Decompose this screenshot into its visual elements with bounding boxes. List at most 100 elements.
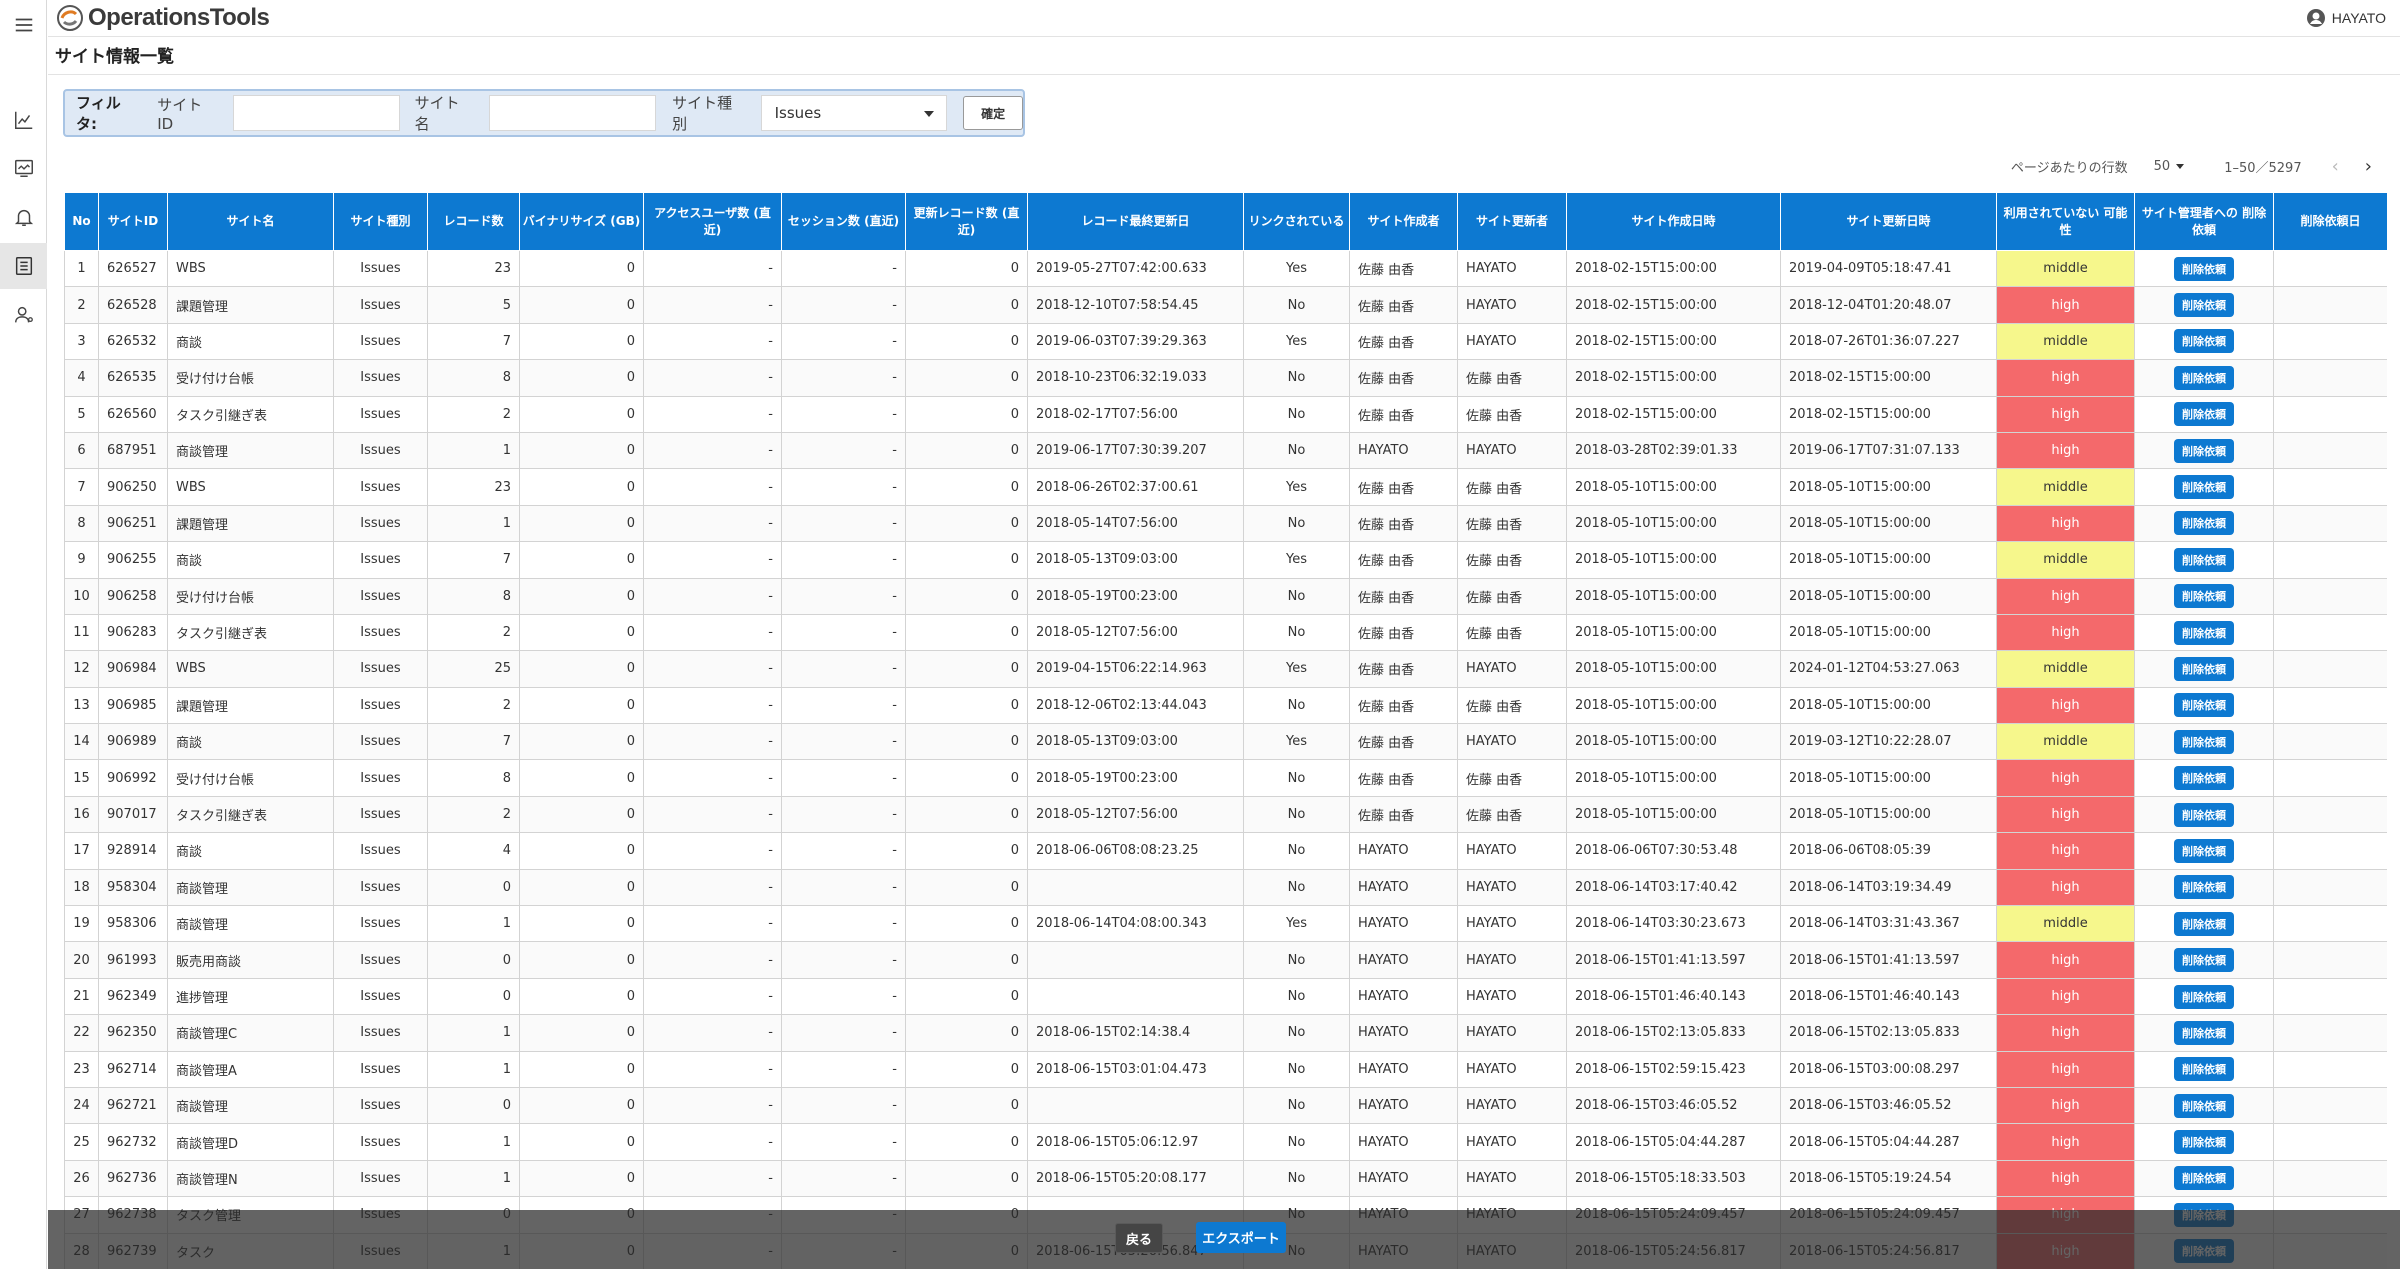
column-header[interactable]: レコード最終更新日	[1027, 192, 1244, 251]
chevron-right-icon[interactable]: ›	[2365, 156, 2372, 177]
table-row[interactable]: 4 626535 受け付け台帳 Issues 8 0- -0 2018-10-23T06:32…	[64, 359, 2387, 397]
table-row[interactable]: 24 962721 商談管理 Issues 0 0- -0 No HAYATO HAYATO 201…	[64, 1086, 2387, 1125]
table-row[interactable]: 26 962736 商談管理N Issues 1 0- -0 2018-06-15T05:20…	[64, 1159, 2387, 1198]
table-row[interactable]: 18 958304 商談管理 Issues 0 0- -0 No HAYATO HAYATO 201…	[64, 868, 2387, 907]
table-row[interactable]: 5 626560 タスク引継ぎ表 Issues 2 0- -0 2018-02-17T07:5…	[64, 395, 2387, 433]
table-row[interactable]: 2 626528 課題管理 Issues 5 0- -0 2018-12-10T07:58:5…	[64, 286, 2387, 324]
menu-icon[interactable]	[0, 2, 47, 48]
delete-request-button[interactable]: 削除依頼	[2174, 838, 2234, 863]
delete-request-button[interactable]: 削除依頼	[2174, 766, 2234, 791]
column-header[interactable]: サイト更新者	[1457, 192, 1567, 251]
delete-request-button[interactable]: 削除依頼	[2174, 1020, 2234, 1045]
table-cell: 906985	[98, 686, 168, 725]
table-row[interactable]: 1 626527 WBS Issues 23 0- -0 2019-05-27T07:42:0…	[64, 249, 2387, 288]
delete-request-button[interactable]: 削除依頼	[2174, 293, 2234, 318]
table-cell: 13	[64, 686, 99, 725]
column-header[interactable]: 利用されていない 可能性	[1996, 192, 2135, 251]
delete-request-button[interactable]: 削除依頼	[2174, 948, 2234, 973]
delete-request-button[interactable]: 削除依頼	[2174, 1166, 2234, 1191]
table-row[interactable]: 16 907017 タスク引継ぎ表 Issues 2 0- -0 2018-05-12T07:…	[64, 795, 2387, 834]
table-row[interactable]: 11 906283 タスク引継ぎ表 Issues 2 0- -0 2018-05-12T07:…	[64, 613, 2387, 652]
delete-request-button[interactable]: 削除依頼	[2174, 1093, 2234, 1118]
site-name-input[interactable]	[489, 95, 657, 131]
delete-request-button[interactable]: 削除依頼	[2174, 656, 2234, 681]
delete-request-button[interactable]: 削除依頼	[2174, 1130, 2234, 1155]
delete-request-button[interactable]: 削除依頼	[2174, 584, 2234, 609]
column-header[interactable]: 削除依頼日	[2273, 192, 2387, 251]
site-id-input[interactable]	[232, 95, 400, 131]
column-header[interactable]: サイト名	[167, 192, 334, 251]
table-row[interactable]: 10 906258 受け付け台帳 Issues 8 0- -0 2018-05-19T00:2…	[64, 577, 2387, 615]
table-row[interactable]: 3 626532 商談 Issues 7 0- -0 2019-06-03T07:39:29.…	[64, 322, 2387, 361]
column-header[interactable]: アクセスユーザ数 (直近)	[643, 192, 782, 251]
table-row[interactable]: 22 962350 商談管理C Issues 1 0- -0 2018-06-15T02:14…	[64, 1014, 2387, 1052]
confirm-button[interactable]: 確定	[963, 96, 1023, 130]
table-row[interactable]: 13 906985 課題管理 Issues 2 0- -0 2018-12-06T02:13:…	[64, 686, 2387, 725]
delete-request-button[interactable]: 削除依頼	[2174, 402, 2234, 427]
delete-request-button[interactable]: 削除依頼	[2174, 256, 2234, 281]
site-type-select[interactable]: Issues	[760, 95, 948, 131]
back-button[interactable]: 戻る	[1115, 1223, 1163, 1253]
delete-request-button[interactable]: 削除依頼	[2174, 511, 2234, 536]
delete-request-button[interactable]: 削除依頼	[2174, 729, 2234, 754]
table-cell: 0	[905, 759, 1028, 797]
delete-request-button[interactable]: 削除依頼	[2174, 620, 2234, 645]
delete-request-button[interactable]: 削除依頼	[2174, 365, 2234, 390]
monitor-chart-icon[interactable]	[0, 145, 47, 191]
column-header[interactable]: サイト管理者への 削除依頼	[2134, 192, 2274, 251]
delete-request-button[interactable]: 削除依頼	[2174, 438, 2234, 463]
chevron-left-icon[interactable]: ‹	[2332, 156, 2339, 177]
table-cell: No	[1243, 1123, 1350, 1161]
delete-request-button[interactable]: 削除依頼	[2174, 693, 2234, 718]
column-header[interactable]: サイトID	[98, 192, 168, 251]
table-row[interactable]: 21 962349 進捗管理 Issues 0 0- -0 No HAYATO HAYATO 201…	[64, 977, 2387, 1016]
table-row[interactable]: 14 906989 商談 Issues 7 0- -0 2018-05-13T09:03:00…	[64, 723, 2387, 761]
column-header[interactable]: サイト作成日時	[1566, 192, 1781, 251]
column-header[interactable]: リンクされている	[1243, 192, 1350, 251]
delete-request-button[interactable]: 削除依頼	[2174, 475, 2234, 500]
table-row[interactable]: 19 958306 商談管理 Issues 1 0- -0 2018-06-14T04:08:…	[64, 905, 2387, 943]
table-cell: HAYATO	[1457, 650, 1567, 688]
app-logo[interactable]: OperationsTools	[56, 4, 270, 32]
app-name: OperationsTools	[88, 4, 270, 31]
table-row[interactable]: 12 906984 WBS Issues 25 0- -0 2019-04-15T06:22:…	[64, 650, 2387, 688]
delete-request-button[interactable]: 削除依頼	[2174, 875, 2234, 900]
delete-request-button[interactable]: 削除依頼	[2174, 802, 2234, 827]
table-row[interactable]: 23 962714 商談管理A Issues 1 0- -0 2018-06-15T03:01…	[64, 1050, 2387, 1088]
unused-possibility-badge: high	[1996, 504, 2135, 543]
column-header[interactable]: サイト種別	[333, 192, 428, 251]
delete-request-button[interactable]: 削除依頼	[2174, 547, 2234, 572]
rows-per-page-select[interactable]: 50	[2154, 159, 2171, 174]
column-header[interactable]: 更新レコード数 (直近)	[905, 192, 1028, 251]
delete-request-button[interactable]: 削除依頼	[2174, 911, 2234, 936]
export-button[interactable]: エクスポート	[1196, 1222, 1286, 1253]
table-row[interactable]: 20 961993 販売用商談 Issues 0 0- -0 No HAYATO HAYATO 20…	[64, 941, 2387, 979]
bell-icon[interactable]	[0, 194, 47, 240]
table-row[interactable]: 7 906250 WBS Issues 23 0- -0 2018-06-26T02:37:0…	[64, 468, 2387, 506]
table-row[interactable]: 17 928914 商談 Issues 4 0- -0 2018-06-06T08:08:23…	[64, 832, 2387, 870]
column-header[interactable]: バイナリサイズ (GB)	[519, 192, 644, 251]
delete-request-button[interactable]: 削除依頼	[2174, 1057, 2234, 1082]
table-cell: -	[781, 650, 906, 688]
column-header[interactable]: サイト更新日時	[1780, 192, 1997, 251]
table-row[interactable]: 15 906992 受け付け台帳 Issues 8 0- -0 2018-05-19T00:2…	[64, 759, 2387, 797]
unused-possibility-badge: middle	[1996, 650, 2135, 688]
table-row[interactable]: 25 962732 商談管理D Issues 1 0- -0 2018-06-15T05:06…	[64, 1123, 2387, 1161]
user-settings-icon[interactable]	[0, 292, 47, 338]
chevron-down-icon[interactable]	[2176, 164, 2185, 169]
column-header[interactable]: レコード数	[427, 192, 520, 251]
table-row[interactable]: 9 906255 商談 Issues 7 0- -0 2018-05-13T09:03:00 Y…	[64, 541, 2387, 579]
column-header[interactable]: サイト作成者	[1349, 192, 1458, 251]
table-cell: Issues	[333, 868, 428, 907]
table-cell: Issues	[333, 1014, 428, 1052]
column-header[interactable]: セッション数 (直近)	[781, 192, 906, 251]
list-icon[interactable]	[0, 243, 47, 289]
delete-request-button[interactable]: 削除依頼	[2174, 329, 2234, 354]
delete-request-button[interactable]: 削除依頼	[2174, 984, 2234, 1009]
table-row[interactable]: 6 687951 商談管理 Issues 1 0- -0 2019-06-17T07:30:3…	[64, 431, 2387, 470]
table-row[interactable]: 8 906251 課題管理 Issues 1 0- -0 2018-05-14T07:56:0…	[64, 504, 2387, 543]
unused-possibility-badge: high	[1996, 577, 2135, 615]
user-menu[interactable]: HAYATO	[2306, 8, 2386, 28]
chart-line-icon[interactable]	[0, 97, 47, 143]
column-header[interactable]: No	[64, 192, 99, 251]
